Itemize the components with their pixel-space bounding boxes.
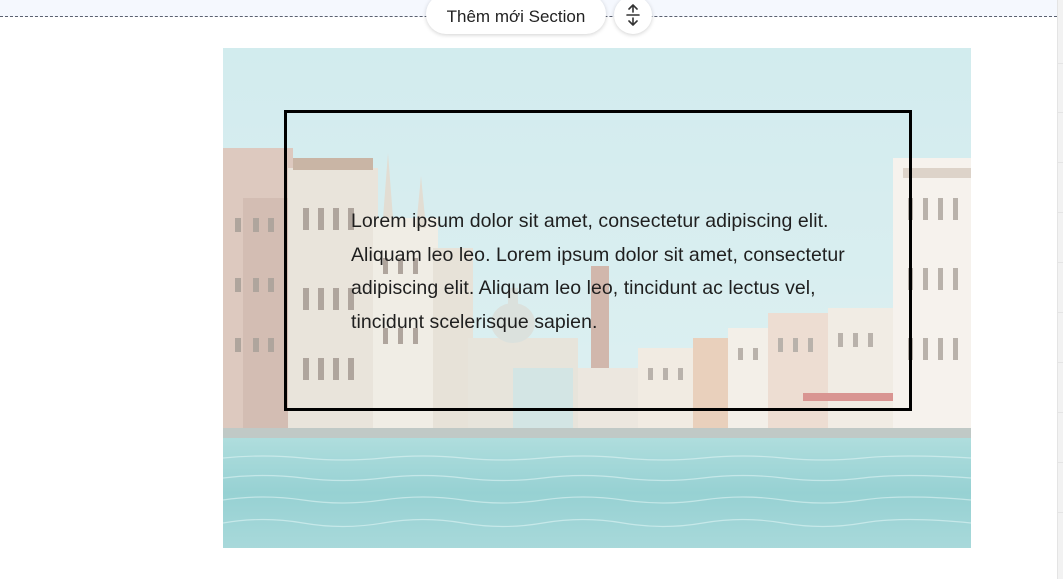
add-section-button[interactable]: Thêm mới Section <box>426 0 606 34</box>
add-section-label: Thêm mới Section <box>446 7 586 26</box>
scrollbar-track[interactable] <box>1057 0 1063 579</box>
resize-section-button[interactable] <box>614 0 652 34</box>
vertical-resize-icon <box>625 3 641 31</box>
editor-canvas: Thêm mới Section Lorem ipsum dolor sit a… <box>0 0 1063 579</box>
banner-body-text[interactable]: Lorem ipsum dolor sit amet, consectetur … <box>351 205 891 339</box>
